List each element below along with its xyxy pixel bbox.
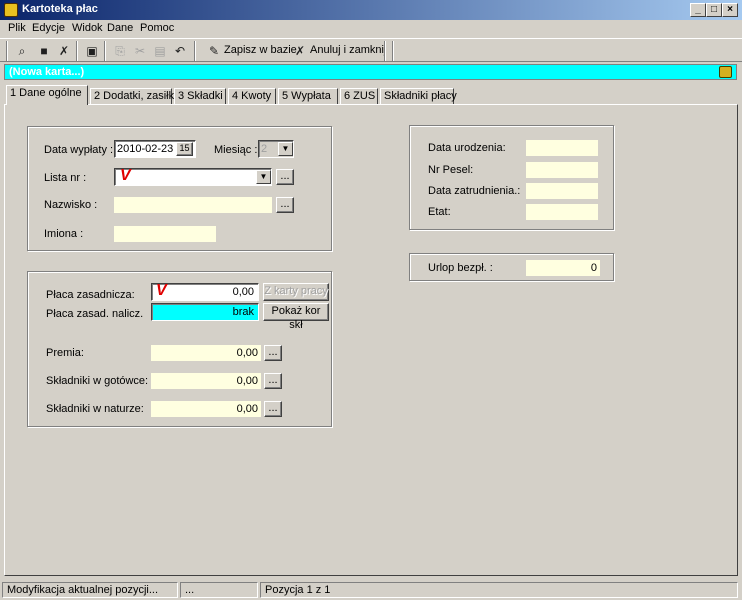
nazwisko-field[interactable]: [114, 197, 272, 213]
save-to-db-icon[interactable]: ✎: [204, 41, 224, 61]
toolbar-separator: [76, 41, 78, 61]
save-to-db-button[interactable]: Zapisz w bazie: [224, 44, 297, 56]
natura-field[interactable]: 0,00: [151, 401, 261, 417]
data-zatrudnienia-field: [526, 183, 598, 199]
app-icon: [4, 3, 18, 17]
search-icon[interactable]: ⌕: [12, 41, 32, 61]
imiona-label: Imiona :: [44, 228, 84, 240]
data-urodzenia-label: Data urodzenia:: [428, 142, 506, 154]
toolbar-separator: [392, 41, 394, 61]
tab-wyplata[interactable]: 5 Wypłata: [278, 88, 338, 104]
imiona-field[interactable]: [114, 226, 216, 242]
miesiac-label: Miesiąc :: [214, 144, 258, 156]
natura-browse-button[interactable]: ...: [264, 401, 282, 417]
chevron-down-icon[interactable]: ▼: [256, 170, 271, 184]
status-bar: Modyfikacja aktualnej pozycji... ... Poz…: [0, 580, 742, 600]
title-bar: Kartoteka płac _ □ ×: [0, 0, 742, 20]
tab-kwoty[interactable]: 4 Kwoty: [228, 88, 276, 104]
placa-zasadnicza-input[interactable]: 0,00: [151, 283, 259, 301]
toolbar-separator: [104, 41, 106, 61]
natura-label: Składniki w naturze:: [46, 403, 144, 415]
menu-bar: Plik Edycje Widok Dane Pomoc: [0, 20, 742, 38]
urlop-label: Urlop bezpł. :: [428, 262, 493, 274]
placa-nalicz-label: Płaca zasad. nalicz.: [46, 308, 144, 320]
placa-zasadnicza-label: Płaca zasadnicza:: [46, 289, 135, 301]
window-title: Kartoteka płac: [22, 3, 98, 15]
data-urodzenia-field: [526, 140, 598, 156]
pokaz-kor-skl-button[interactable]: Pokaż kor skł: [263, 303, 329, 331]
nazwisko-label: Nazwisko :: [44, 199, 98, 211]
required-check-icon: V: [156, 282, 167, 299]
record-header-label: (Nowa karta...): [9, 66, 85, 78]
maximize-button[interactable]: □: [706, 3, 722, 17]
pesel-field: [526, 162, 598, 178]
close-button[interactable]: ×: [722, 3, 738, 17]
status-indicator: ...: [180, 582, 258, 598]
premia-label: Premia:: [46, 347, 84, 359]
tab-skladniki-placy[interactable]: Składniki płacy: [380, 88, 457, 104]
pesel-label: Nr Pesel:: [428, 164, 474, 176]
tab-zus[interactable]: 6 ZUS: [340, 88, 378, 104]
lista-browse-button[interactable]: ...: [276, 169, 294, 185]
menu-widok[interactable]: Widok: [72, 22, 103, 34]
toolbar-separator: [194, 41, 196, 61]
tab-dodatki-zasilki[interactable]: 2 Dodatki, zasiłki: [90, 88, 177, 104]
record-header: (Nowa karta...): [4, 64, 737, 80]
cancel-close-icon[interactable]: ✗: [290, 41, 310, 61]
properties-icon[interactable]: ▣: [82, 41, 102, 61]
status-position: Pozycja 1 z 1: [260, 582, 738, 598]
copy-icon[interactable]: ⎘: [110, 41, 130, 61]
pay-group: Płaca zasadnicza: 0,00 V Z karty pracy P…: [27, 271, 332, 427]
gotowka-field[interactable]: 0,00: [151, 373, 261, 389]
menu-plik[interactable]: Plik: [8, 22, 26, 34]
person-group: Data urodzenia: Nr Pesel: Data zatrudnie…: [409, 125, 614, 230]
person-icon: [719, 66, 732, 78]
cancel-close-button[interactable]: Anuluj i zamknij: [310, 44, 386, 56]
gotowka-label: Składniki w gotówce:: [46, 375, 149, 387]
toolbar: ⌕ ■ ✗ ▣ ⎘ ✂ ▤ ↶ ✎ Zapisz w bazie ✗ Anulu…: [0, 38, 742, 62]
required-check-icon: V: [120, 167, 131, 184]
calendar-icon[interactable]: 15: [176, 142, 193, 156]
minimize-button[interactable]: _: [690, 3, 706, 17]
chevron-down-icon[interactable]: ▼: [278, 142, 293, 156]
save-icon[interactable]: ■: [34, 41, 54, 61]
urlop-field: 0: [526, 260, 600, 276]
data-zatrudnienia-label: Data zatrudnienia.:: [428, 185, 521, 197]
toolbar-separator: [384, 41, 386, 61]
status-message: Modyfikacja aktualnej pozycji...: [2, 582, 178, 598]
menu-dane[interactable]: Dane: [107, 22, 133, 34]
gotowka-browse-button[interactable]: ...: [264, 373, 282, 389]
z-karty-pracy-button[interactable]: Z karty pracy: [263, 283, 329, 301]
lista-label: Lista nr :: [44, 172, 87, 184]
urlop-group: Urlop bezpł. : 0: [409, 253, 614, 281]
premia-field[interactable]: 0,00: [151, 345, 261, 361]
etat-label: Etat:: [428, 206, 451, 218]
nazwisko-browse-button[interactable]: ...: [276, 197, 294, 213]
tab-dane-ogolne[interactable]: 1 Dane ogólne: [6, 85, 88, 105]
lista-select[interactable]: [114, 168, 272, 186]
tab-skladki[interactable]: 3 Składki: [174, 88, 226, 104]
premia-browse-button[interactable]: ...: [264, 345, 282, 361]
etat-field: [526, 204, 598, 220]
placa-nalicz-field: brak: [151, 303, 259, 321]
paste-icon[interactable]: ▤: [150, 41, 170, 61]
cut-icon[interactable]: ✂: [130, 41, 150, 61]
undo-icon[interactable]: ↶: [170, 41, 190, 61]
general-data-group: Data wypłaty : 2010-02-23 15 Miesiąc : 2…: [27, 126, 332, 251]
data-wyplaty-label: Data wypłaty :: [44, 144, 114, 156]
menu-pomoc[interactable]: Pomoc: [140, 22, 174, 34]
toolbar-grip: [6, 41, 8, 61]
delete-record-icon[interactable]: ✗: [54, 41, 74, 61]
menu-edycje[interactable]: Edycje: [32, 22, 65, 34]
